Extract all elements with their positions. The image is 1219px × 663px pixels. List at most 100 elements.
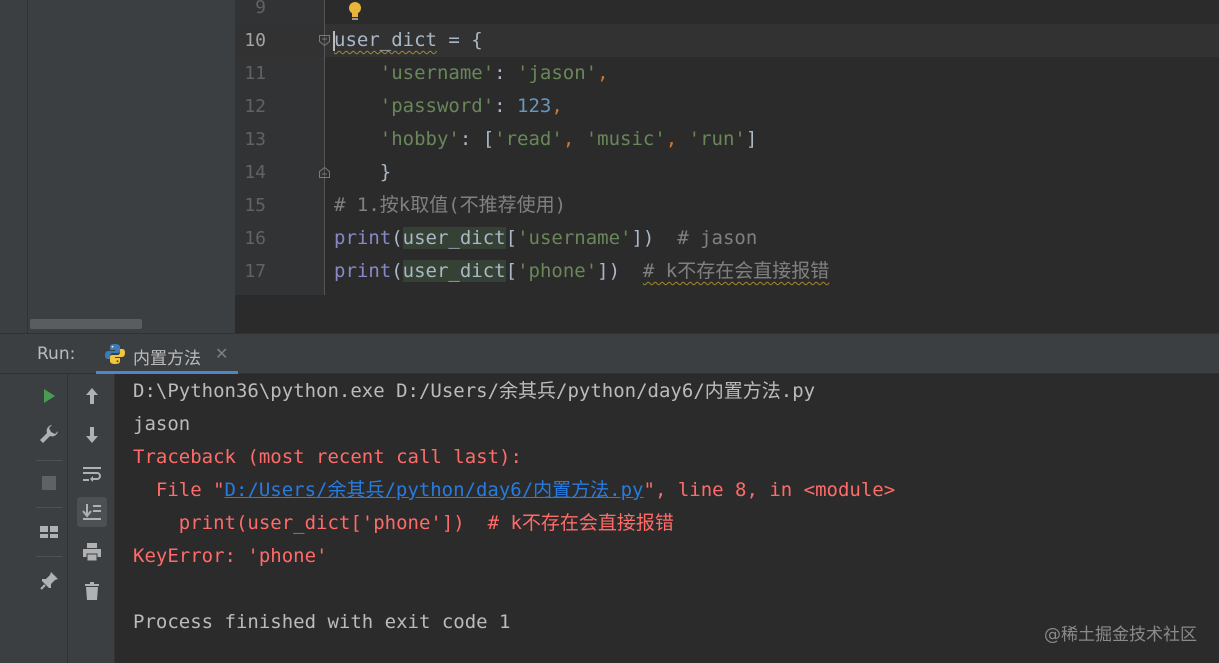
print-button[interactable] <box>77 537 107 567</box>
fold-open-icon[interactable] <box>318 34 331 47</box>
code-line[interactable]: 14 } <box>235 156 1219 189</box>
code-token: : <box>494 62 518 84</box>
horizontal-scrollbar[interactable] <box>28 317 235 331</box>
code-token: 'run' <box>688 128 746 150</box>
line-number: 11 <box>244 63 266 84</box>
scroll-to-end-button[interactable] <box>77 497 107 527</box>
editor-bottom-area <box>235 295 1219 333</box>
close-icon[interactable]: ✕ <box>215 344 228 363</box>
code-token: 'jason' <box>517 62 598 84</box>
toolbar-separator <box>36 460 62 461</box>
code-text: # 1.按k取值(不推荐使用) <box>334 189 566 222</box>
code-line[interactable]: 12 'password': 123, <box>235 90 1219 123</box>
code-token: [ <box>505 227 518 249</box>
toolbar-separator <box>36 556 62 557</box>
code-token: : [ <box>459 128 495 150</box>
layout-button[interactable] <box>34 517 64 547</box>
python-icon <box>105 344 125 364</box>
traceback-file-prefix: File " <box>133 479 225 501</box>
code-text: user_dict = { <box>334 24 483 57</box>
line-number: 16 <box>244 228 266 249</box>
code-token: ]) <box>631 227 678 249</box>
code-token: , <box>551 95 563 117</box>
wrench-icon <box>40 425 58 443</box>
file-link[interactable]: D:/Users/余其兵/python/day6/内置方法.py <box>225 479 644 501</box>
scrollbar-thumb[interactable] <box>30 319 142 329</box>
soft-wrap-button[interactable] <box>77 459 107 489</box>
tab-label: 内置方法 <box>133 349 201 369</box>
print-icon <box>83 543 101 562</box>
traceback-file-line: File "D:/Users/余其兵/python/day6/内置方法.py",… <box>133 474 895 507</box>
stop-button[interactable] <box>34 468 64 498</box>
code-token: 'password' <box>379 95 495 117</box>
line-number: 17 <box>244 261 266 282</box>
code-line[interactable]: 15 # 1.按k取值(不推荐使用) <box>235 189 1219 222</box>
arrow-down-icon <box>86 427 98 443</box>
code-token: 'username' <box>379 62 495 84</box>
code-token: : <box>494 95 518 117</box>
watermark: @稀土掘金技术社区 <box>1044 625 1197 645</box>
pin-tab-button[interactable] <box>34 566 64 596</box>
left-tool-strip <box>0 0 28 333</box>
rerun-button[interactable] <box>34 381 64 411</box>
code-line[interactable]: 13 'hobby': ['read', 'music', 'run'] <box>235 123 1219 156</box>
scroll-to-end-icon <box>82 504 101 520</box>
line-number: 13 <box>244 129 266 150</box>
fold-close-icon[interactable] <box>318 166 331 179</box>
code-token: 'username' <box>517 227 632 249</box>
code-token: ]) <box>597 260 643 282</box>
code-token: 'read' <box>494 128 563 150</box>
lightbulb-icon[interactable] <box>346 0 364 22</box>
arrow-up-icon <box>86 388 98 404</box>
process-finished-line: Process finished with exit code 1 <box>133 611 511 633</box>
line-number: 14 <box>244 162 266 183</box>
stop-icon <box>42 476 56 490</box>
code-line[interactable]: 10 user_dict = { <box>235 24 1219 57</box>
code-text: 'hobby': ['read', 'music', 'run'] <box>334 123 758 156</box>
code-token: # 1.按k取值(不推荐使用) <box>334 194 567 216</box>
traceback-file-suffix: ", line 8, in <module> <box>643 479 896 501</box>
code-token: ( <box>391 260 403 282</box>
code-line[interactable]: 16 print(user_dict['username']) # jason <box>235 222 1219 255</box>
code-token: print <box>334 260 392 282</box>
code-token: , <box>562 128 586 150</box>
traceback-header: Traceback (most recent call last): <box>133 446 522 468</box>
code-text: } <box>334 156 391 189</box>
code-token: [ <box>505 260 518 282</box>
code-token: 123 <box>517 95 552 117</box>
clear-all-button[interactable] <box>77 576 107 606</box>
code-token: , <box>597 62 609 84</box>
line-number: 10 <box>244 30 266 51</box>
line-number: 15 <box>244 195 266 216</box>
toolbar-separator <box>36 507 62 508</box>
traceback-code-line: print(user_dict['phone']) # k不存在会直接报错 <box>133 512 674 534</box>
run-toolbar-secondary <box>68 374 115 663</box>
tab-run-config[interactable]: 内置方法 ✕ <box>96 334 238 374</box>
pin-icon <box>40 572 58 590</box>
code-token: user_dict <box>334 29 437 51</box>
code-token: = { <box>436 29 483 51</box>
code-text: print(user_dict['phone']) # k不存在会直接报错 <box>334 255 829 288</box>
run-label: Run: <box>37 344 76 364</box>
code-line[interactable]: 9 <box>235 0 1219 24</box>
project-panel <box>28 0 235 333</box>
code-text: 'username': 'jason', <box>334 57 609 90</box>
run-toolbar-primary <box>0 374 68 663</box>
error-message: KeyError: 'phone' <box>133 545 328 567</box>
code-line[interactable]: 17 print(user_dict['phone']) # k不存在会直接报错 <box>235 255 1219 288</box>
up-stack-button[interactable] <box>77 381 107 411</box>
down-stack-button[interactable] <box>77 420 107 450</box>
edit-config-button[interactable] <box>34 419 64 449</box>
layout-icon <box>40 526 58 538</box>
code-token: 'phone' <box>517 260 598 282</box>
code-token: # k不存在会直接报错 <box>642 260 830 282</box>
code-token: user_dict <box>402 260 506 282</box>
code-line[interactable]: 11 'username': 'jason', <box>235 57 1219 90</box>
code-text: print(user_dict['username']) # jason <box>334 222 757 255</box>
console-output-line: jason <box>133 413 191 435</box>
text-caret <box>333 31 335 51</box>
code-token: user_dict <box>402 227 506 249</box>
